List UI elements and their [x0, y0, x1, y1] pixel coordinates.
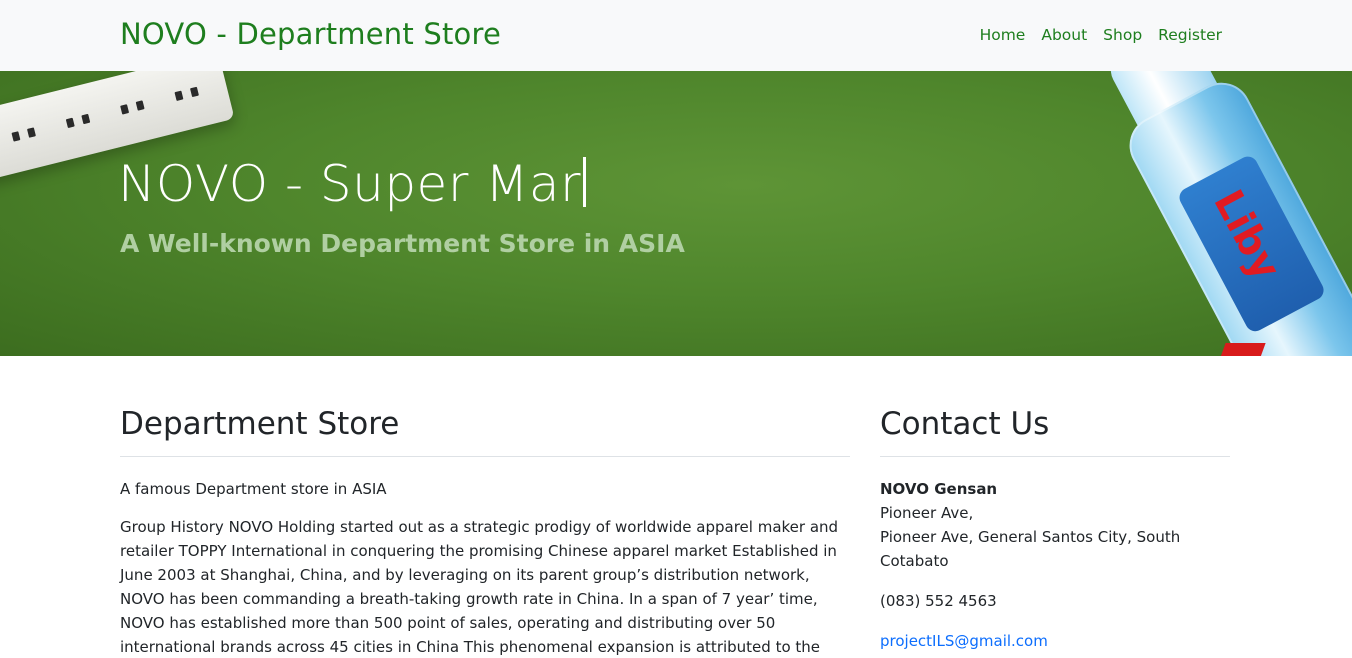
brand-link[interactable]: NOVO - Department Store [120, 17, 501, 51]
typing-caret [583, 157, 587, 207]
hero-subtitle: A Well-known Department Store in ASIA [120, 229, 685, 258]
section-heading: Department Store [120, 406, 850, 457]
decorative-red-shape [1218, 343, 1266, 356]
hero-title: NOVO - Super Mar [118, 155, 587, 213]
phone-number: (083) 552 4563 [880, 592, 997, 610]
intro-text: A famous Department store in ASIA [120, 480, 387, 498]
address-line-2: Pioneer Ave, General Santos City, South … [880, 528, 1181, 570]
hero-banner: Liby NOVO - Super Mar A Well-known Depar… [0, 71, 1352, 356]
nav-register[interactable]: Register [1158, 26, 1222, 44]
email-link[interactable]: projectILS@gmail.com [880, 629, 1230, 653]
contact-section: Contact Us NOVO Gensan Pioneer Ave, Pion… [880, 406, 1230, 653]
nav-about[interactable]: About [1041, 26, 1087, 44]
navbar: NOVO - Department Store Home About Shop … [0, 0, 1352, 71]
contact-heading: Contact Us [880, 406, 1230, 457]
store-name: NOVO Gensan [880, 480, 998, 498]
address-line-1: Pioneer Ave, [880, 504, 974, 522]
detergent-bottle-image: Liby [1069, 71, 1352, 356]
nav-links: Home About Shop Register [980, 26, 1222, 44]
history-text: Group History NOVO Holding started out a… [120, 518, 839, 656]
department-store-section: Department Store A famous Department sto… [120, 406, 850, 658]
nav-home[interactable]: Home [980, 26, 1026, 44]
address-block: NOVO Gensan Pioneer Ave, Pioneer Ave, Ge… [880, 477, 1230, 573]
nav-shop[interactable]: Shop [1103, 26, 1142, 44]
